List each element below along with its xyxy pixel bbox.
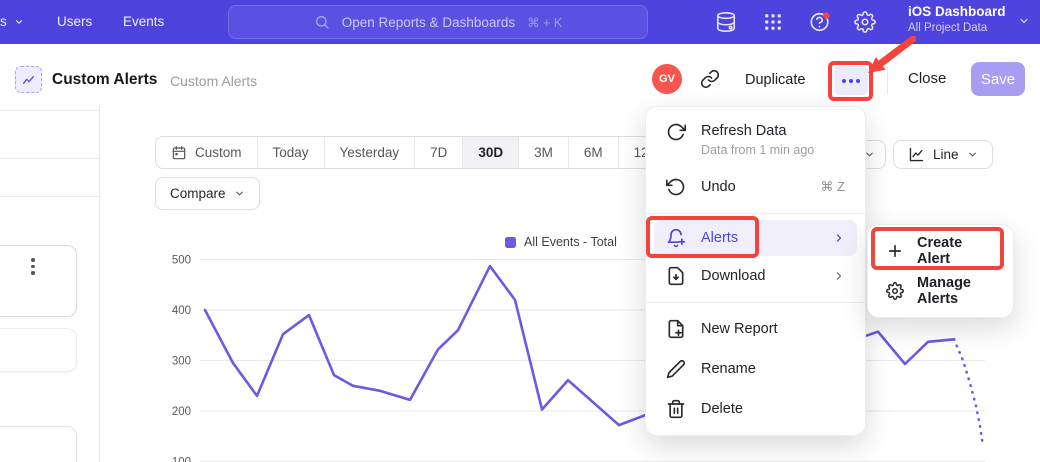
chevron-down-icon — [1018, 15, 1030, 27]
duplicate-button[interactable]: Duplicate — [745, 72, 805, 88]
keyboard-shortcut: ⌘ Z — [820, 179, 845, 195]
project-switcher[interactable]: iOS Dashboard All Project Data — [908, 4, 1028, 34]
submenu-item-manage-alerts[interactable]: Manage Alerts — [868, 271, 1013, 311]
project-subtitle: All Project Data — [908, 22, 1028, 34]
more-options-icon — [842, 79, 846, 83]
nav-item-users[interactable]: Users — [57, 14, 92, 29]
menu-item-subtitle: Data from 1 min ago — [701, 143, 814, 157]
gear-icon — [886, 282, 904, 300]
file-plus-icon — [666, 319, 686, 339]
close-button[interactable]: Close — [908, 70, 946, 87]
menu-item-undo[interactable]: Undo ⌘ Z — [646, 167, 865, 207]
date-range-custom[interactable]: Custom — [156, 137, 258, 168]
avatar[interactable]: GV — [652, 64, 682, 94]
settings-gear-icon[interactable] — [854, 11, 876, 33]
chevron-down-icon — [234, 188, 245, 199]
data-management-icon[interactable] — [715, 11, 737, 33]
apps-grid-icon[interactable] — [762, 11, 784, 33]
date-range-7d[interactable]: 7D — [415, 137, 463, 168]
notification-dot — [823, 12, 830, 19]
sidebar-divider — [99, 106, 100, 462]
svg-text:400: 400 — [172, 305, 191, 317]
kebab-menu-icon[interactable] — [31, 258, 35, 275]
search-icon — [314, 14, 330, 30]
nav-item-partial[interactable]: s — [0, 14, 24, 29]
project-name: iOS Dashboard — [908, 4, 1028, 19]
pencil-icon — [666, 359, 686, 379]
menu-item-delete[interactable]: Delete — [646, 389, 865, 429]
search-shortcut: ⌘ + K — [527, 15, 562, 30]
undo-icon — [666, 177, 686, 197]
legend-item[interactable]: All Events - Total — [505, 235, 617, 249]
date-range-30d-selected[interactable]: 30D — [463, 137, 519, 168]
menu-item-rename[interactable]: Rename — [646, 349, 865, 389]
alerts-submenu: Create Alert Manage Alerts — [867, 224, 1014, 318]
date-range-3m[interactable]: 3M — [519, 137, 569, 168]
download-file-icon — [666, 266, 686, 286]
refresh-icon — [666, 122, 686, 142]
sidebar-row-divider — [0, 158, 99, 159]
report-icon — [15, 66, 42, 93]
context-menu: Refresh Data Data from 1 min ago Undo ⌘ … — [645, 106, 866, 436]
menu-separator — [646, 213, 865, 214]
svg-text:500: 500 — [172, 255, 191, 267]
chevron-right-icon — [833, 270, 845, 282]
svg-text:200: 200 — [172, 406, 191, 418]
bell-plus-icon — [666, 228, 686, 248]
trash-icon — [666, 399, 686, 419]
chart-type-button[interactable]: Line — [893, 140, 993, 169]
query-card — [0, 426, 77, 462]
legend-label: All Events - Total — [524, 235, 617, 249]
search-input[interactable]: Open Reports & Dashboards ⌘ + K — [228, 5, 648, 39]
query-card — [0, 245, 77, 317]
date-range-yesterday[interactable]: Yesterday — [325, 137, 416, 168]
nav-item-events[interactable]: Events — [123, 14, 164, 29]
sidebar-row-divider — [0, 110, 99, 111]
menu-item-alerts[interactable]: Alerts — [654, 220, 857, 256]
search-placeholder: Open Reports & Dashboards — [342, 15, 515, 30]
svg-text:300: 300 — [172, 356, 191, 368]
header-divider — [887, 66, 888, 94]
calendar-icon — [171, 145, 187, 161]
chevron-right-icon — [833, 232, 845, 244]
svg-text:100: 100 — [172, 457, 191, 462]
help-icon[interactable] — [809, 11, 831, 33]
legend-swatch — [505, 237, 516, 248]
date-range-picker: Custom Today Yesterday 7D 30D 3M 6M 12M — [155, 136, 676, 169]
app-window: 500 400 300 200 100 All Events - Total Custo… — [0, 0, 1040, 462]
date-range-today[interactable]: Today — [258, 137, 325, 168]
line-chart-icon — [908, 146, 925, 163]
save-button[interactable]: Save — [971, 62, 1025, 96]
plus-icon — [886, 242, 904, 260]
query-card — [0, 328, 77, 372]
date-range-6m[interactable]: 6M — [569, 137, 619, 168]
top-navbar: s Users Events Open Reports & Dashboards… — [0, 0, 1040, 44]
menu-item-refresh-data[interactable]: Refresh Data Data from 1 min ago — [646, 113, 865, 167]
breadcrumb: Custom Alerts — [170, 73, 257, 89]
chevron-down-icon — [14, 17, 24, 27]
more-options-button[interactable] — [834, 66, 868, 95]
chevron-down-icon — [967, 149, 978, 160]
page-title: Custom Alerts — [52, 71, 157, 89]
menu-separator — [646, 302, 865, 303]
sidebar-row-divider — [0, 196, 99, 197]
submenu-item-create-alert[interactable]: Create Alert — [868, 231, 1013, 271]
copy-link-icon[interactable] — [700, 69, 720, 89]
menu-item-new-report[interactable]: New Report — [646, 309, 865, 349]
menu-item-download[interactable]: Download — [646, 256, 865, 296]
compare-button[interactable]: Compare — [155, 177, 260, 210]
